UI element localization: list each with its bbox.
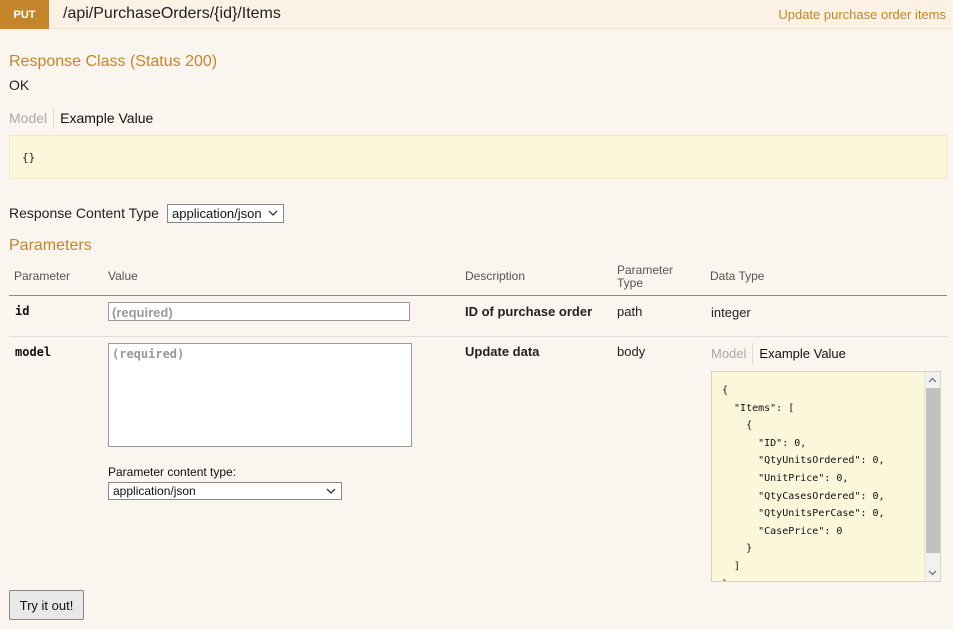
header-parameter-type-line2: Type <box>617 276 644 290</box>
param-content-type-value: application/json <box>113 484 196 498</box>
param-content-type-label: Parameter content type: <box>108 465 237 479</box>
chevron-down-icon <box>267 207 279 222</box>
header-value: Value <box>108 269 138 283</box>
http-method-badge: PUT <box>0 0 49 29</box>
response-status-text: OK <box>9 77 30 93</box>
operation-header[interactable]: PUT /api/PurchaseOrders/{id}/Items Updat… <box>0 0 953 29</box>
model-example-code-box[interactable]: { "Items": [ { "ID": 0, "QtyUnitsOrdered… <box>711 371 941 582</box>
param-type-id: path <box>617 304 643 319</box>
header-divider <box>9 295 947 296</box>
scroll-down-arrow-icon[interactable] <box>925 566 940 580</box>
param-content-type-select[interactable]: application/json <box>108 482 342 500</box>
try-it-out-button[interactable]: Try it out! <box>9 590 84 620</box>
id-input[interactable]: (required) <box>108 302 410 321</box>
model-textarea[interactable]: (required) <box>108 343 412 447</box>
model-tab-bar: Model Example Value <box>711 343 852 365</box>
param-name-id: id <box>15 304 30 318</box>
scroll-up-arrow-icon[interactable] <box>925 373 940 387</box>
response-class-title: Response Class (Status 200) <box>9 53 218 70</box>
tab-model[interactable]: Model <box>9 107 55 129</box>
parameters-title: Parameters <box>9 237 92 254</box>
param-description-id: ID of purchase order <box>465 304 593 319</box>
tab-model-example-value[interactable]: Example Value <box>753 343 851 365</box>
chevron-down-icon <box>325 485 337 500</box>
id-input-placeholder: (required) <box>112 305 173 320</box>
response-example-value: {} <box>22 151 36 164</box>
header-parameter: Parameter <box>14 269 71 283</box>
param-description-model: Update data <box>465 344 540 359</box>
row-divider <box>9 336 947 337</box>
model-example-json: { "Items": [ { "ID": 0, "QtyUnitsOrdered… <box>722 385 885 581</box>
param-name-model: model <box>15 345 52 359</box>
code-box-scrollbar[interactable] <box>924 372 940 581</box>
model-textarea-placeholder: (required) <box>112 347 185 361</box>
tab-example-value[interactable]: Example Value <box>54 107 159 129</box>
response-content-type-value: application/json <box>172 206 262 221</box>
header-description: Description <box>465 269 526 283</box>
scrollbar-thumb[interactable] <box>926 388 940 553</box>
tab-model-schema[interactable]: Model <box>711 343 754 365</box>
param-type-model: body <box>617 344 646 359</box>
response-content-type-label: Response Content Type <box>9 205 159 221</box>
response-example-box: {} <box>9 135 947 179</box>
response-tab-bar: Model Example Value <box>9 107 159 129</box>
response-content-type-select[interactable]: application/json <box>167 204 284 223</box>
header-parameter-type: Parameter Type <box>617 264 673 290</box>
operation-summary[interactable]: Update purchase order items <box>778 7 946 22</box>
endpoint-path[interactable]: /api/PurchaseOrders/{id}/Items <box>63 5 281 23</box>
data-type-id: integer <box>711 305 751 320</box>
header-data-type: Data Type <box>710 269 765 283</box>
